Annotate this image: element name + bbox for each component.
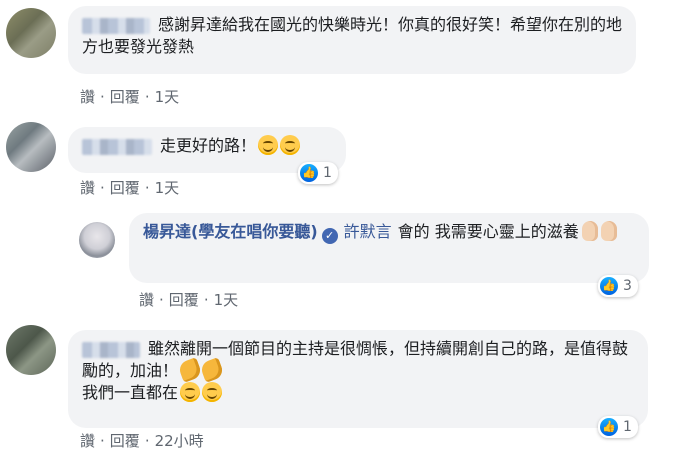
reply-bubble: 楊昇達(學友在唱你要聽) ✓ 許默言 會的 我需要心靈上的滋養 — [129, 213, 649, 283]
reaction-count[interactable]: 👍 3 — [598, 275, 638, 297]
hand-emoji-icon — [581, 221, 598, 241]
author-name[interactable]: 楊昇達(學友在唱你要聽) — [143, 222, 318, 241]
reaction-number: 1 — [323, 165, 332, 181]
commenter-avatar[interactable] — [6, 325, 56, 375]
blurred-name[interactable] — [82, 341, 140, 358]
like-link[interactable]: 讚 — [80, 432, 95, 450]
comment-actions: 讚 · 回覆 · 1天 — [80, 88, 180, 106]
like-link[interactable]: 讚 — [139, 291, 154, 309]
thumbs-up-icon: 👍 — [300, 164, 318, 182]
timestamp[interactable]: 1天 — [214, 291, 239, 309]
like-link[interactable]: 讚 — [80, 179, 95, 197]
like-link[interactable]: 讚 — [80, 88, 95, 106]
comment-bubble: 感謝昇達給我在國光的快樂時光！你真的很好笑！希望你在別的地方也要發光發熱 — [68, 6, 636, 74]
timestamp[interactable]: 1天 — [155, 88, 180, 106]
comment-text: 感謝昇達給我在國光的快樂時光！你真的很好笑！希望你在別的地方也要發光發熱 — [82, 15, 623, 56]
timestamp[interactable]: 1天 — [155, 179, 180, 197]
reply-link[interactable]: 回覆 — [110, 88, 140, 106]
smile-emoji-icon — [258, 135, 279, 155]
author-avatar[interactable] — [79, 222, 115, 258]
reaction-number: 3 — [623, 278, 632, 294]
smile-emoji-icon — [202, 382, 223, 402]
reaction-count[interactable]: 👍 1 — [598, 416, 638, 438]
flexed-biceps-icon — [199, 357, 225, 383]
smile-emoji-icon — [280, 135, 301, 155]
comment-actions: 讚 · 回覆 · 22小時 — [80, 432, 204, 450]
thumbs-up-icon: 👍 — [600, 418, 618, 436]
smile-emoji-icon — [180, 382, 201, 402]
comment-actions: 讚 · 回覆 · 1天 — [139, 291, 239, 309]
commenter-avatar[interactable] — [6, 122, 56, 172]
comment-actions: 讚 · 回覆 · 1天 — [80, 179, 180, 197]
commenter-avatar[interactable] — [6, 8, 56, 58]
blurred-name[interactable] — [82, 17, 150, 34]
reply-link[interactable]: 回覆 — [110, 179, 140, 197]
comment-text: 雖然離開一個節目的主持是很惆悵，但持續開創自己的路，是值得鼓勵的，加油！ — [82, 339, 629, 380]
comment-text: 會的 我需要心靈上的滋養 — [397, 222, 579, 241]
thumbs-up-icon: 👍 — [600, 277, 618, 295]
flexed-biceps-icon — [177, 357, 203, 383]
verified-icon: ✓ — [321, 228, 338, 244]
reply-link[interactable]: 回覆 — [169, 291, 199, 309]
blurred-name[interactable] — [82, 138, 152, 155]
comment-bubble: 雖然離開一個節目的主持是很惆悵，但持續開創自己的路，是值得鼓勵的，加油！ 我們一… — [68, 330, 648, 428]
comment-text: 走更好的路！ — [160, 136, 257, 155]
comment-text-line2: 我們一直都在 — [82, 383, 179, 402]
reaction-number: 1 — [623, 419, 632, 435]
reaction-count[interactable]: 👍 1 — [298, 162, 338, 184]
timestamp[interactable]: 22小時 — [155, 432, 204, 450]
mention-link[interactable]: 許默言 — [344, 222, 392, 241]
reply-link[interactable]: 回覆 — [110, 432, 140, 450]
hand-emoji-icon — [600, 221, 617, 241]
